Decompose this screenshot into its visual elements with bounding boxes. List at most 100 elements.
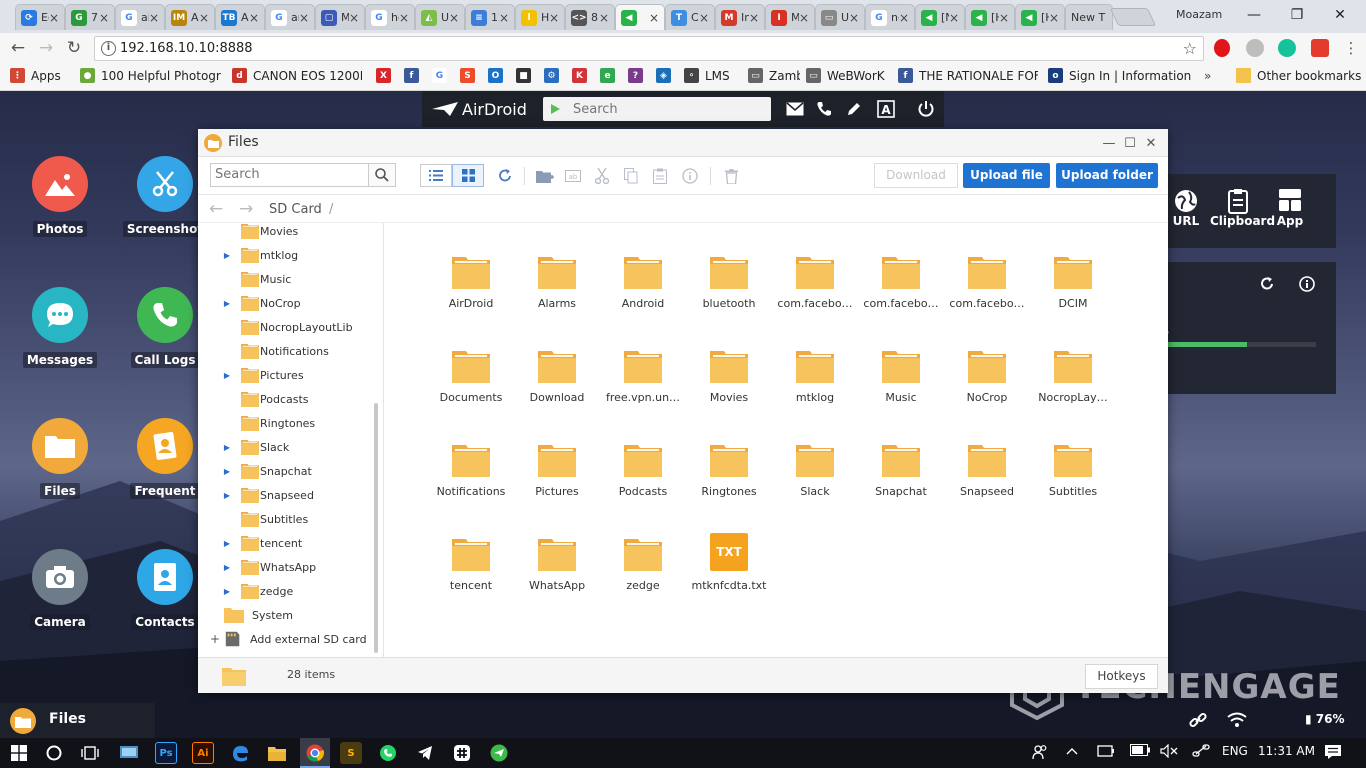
refresh-icon[interactable] bbox=[494, 165, 516, 187]
expand-arrow-icon[interactable]: ▶ bbox=[222, 299, 232, 308]
tree-node[interactable]: ▶ Slack bbox=[222, 437, 289, 457]
list-view-button[interactable] bbox=[420, 164, 452, 187]
browser-tab[interactable]: ◀ [N× bbox=[915, 4, 965, 30]
minimize-window-icon[interactable]: — bbox=[1240, 4, 1268, 26]
tree-node[interactable]: ▶ WhatsApp bbox=[222, 557, 316, 577]
tab-close-icon[interactable]: × bbox=[949, 11, 961, 25]
back-arrow-icon[interactable]: ← bbox=[209, 199, 223, 219]
close-icon[interactable]: ✕ bbox=[1143, 135, 1159, 151]
maximize-icon[interactable]: ☐ bbox=[1122, 135, 1138, 151]
bookmark-item[interactable]: ⚬ LMS bbox=[684, 68, 730, 83]
tab-close-icon[interactable]: × bbox=[99, 11, 111, 25]
browser-tab[interactable]: M Int× bbox=[715, 4, 765, 30]
volume-muted-icon[interactable] bbox=[1160, 744, 1178, 758]
airdroid-taskbar-icon[interactable] bbox=[488, 742, 510, 764]
taskbar-dock-files[interactable]: Files bbox=[0, 703, 155, 738]
add-external-sd-card[interactable]: + Add external SD card bbox=[210, 629, 367, 649]
browser-menu-icon[interactable]: ⋮ bbox=[1340, 38, 1362, 58]
extension-gray-icon[interactable] bbox=[1246, 39, 1264, 57]
tab-close-icon[interactable]: × bbox=[699, 11, 711, 25]
folder-item[interactable]: Movies bbox=[689, 325, 769, 411]
browser-tab[interactable]: <> 8 × bbox=[565, 4, 615, 30]
grid-view-button[interactable] bbox=[452, 164, 484, 187]
tree-node[interactable]: NocropLayoutLib bbox=[222, 317, 353, 337]
refresh-icon[interactable] bbox=[1259, 276, 1275, 292]
bookmark-item[interactable]: f THE RATIONALE FOF bbox=[898, 68, 1038, 83]
browser-tab[interactable]: ▢ M× bbox=[315, 4, 365, 30]
bookmark-item[interactable]: X bbox=[376, 68, 397, 83]
bookmark-item[interactable]: ▭ WeBWorK bbox=[806, 68, 885, 83]
browser-tab[interactable]: TB Ai× bbox=[215, 4, 265, 30]
cortana-icon[interactable] bbox=[43, 742, 65, 764]
copy-icon[interactable] bbox=[620, 165, 642, 187]
battery-tray-icon[interactable] bbox=[1130, 744, 1150, 756]
bookmark-item[interactable]: K bbox=[572, 68, 593, 83]
browser-tab[interactable]: ◀ [H× bbox=[1015, 4, 1065, 30]
browser-tab[interactable]: Gnc× bbox=[865, 4, 915, 30]
bookmark-item[interactable]: ? bbox=[628, 68, 649, 83]
airdroid-search-box[interactable] bbox=[543, 97, 771, 121]
new-message-icon[interactable] bbox=[783, 97, 807, 121]
tab-close-icon[interactable]: × bbox=[499, 11, 511, 25]
browser-tab[interactable]: ≡ 12× bbox=[465, 4, 515, 30]
browser-tab[interactable]: Gho× bbox=[365, 4, 415, 30]
forward-arrow-icon[interactable]: → bbox=[35, 38, 57, 58]
browser-tab[interactable]: ◭ U × bbox=[415, 4, 465, 30]
power-icon[interactable] bbox=[914, 97, 938, 121]
people-icon[interactable] bbox=[1032, 744, 1048, 760]
file-item[interactable]: TXT mtknfcdta.txt bbox=[689, 513, 769, 599]
folder-item[interactable]: Download bbox=[517, 325, 597, 411]
expand-arrow-icon[interactable]: ▶ bbox=[222, 587, 232, 596]
tab-close-icon[interactable]: × bbox=[349, 11, 361, 25]
other-bookmarks[interactable]: Other bookmarks bbox=[1236, 68, 1361, 83]
tree-node[interactable]: ▶ mtklog bbox=[222, 245, 298, 265]
browser-tab[interactable]: ◀ [H× bbox=[965, 4, 1015, 30]
desktop-app-messages[interactable]: Messages bbox=[10, 287, 110, 397]
expand-arrow-icon[interactable]: ▶ bbox=[222, 443, 232, 452]
bookmark-item[interactable]: ⚙ bbox=[544, 68, 565, 83]
control-panel-icon[interactable] bbox=[118, 742, 140, 764]
upload-file-button[interactable]: Upload file bbox=[963, 163, 1050, 188]
folder-item[interactable]: mtklog bbox=[775, 325, 855, 411]
slack-icon[interactable] bbox=[451, 742, 473, 764]
tree-node[interactable]: ▶ tencent bbox=[222, 533, 302, 553]
language-indicator[interactable]: ENG bbox=[1222, 744, 1248, 758]
tab-close-icon[interactable]: × bbox=[199, 11, 211, 25]
search-icon[interactable] bbox=[368, 163, 396, 187]
expand-arrow-icon[interactable]: ▶ bbox=[222, 371, 232, 380]
files-search-box[interactable] bbox=[210, 163, 396, 187]
folder-item[interactable]: Pictures bbox=[517, 419, 597, 505]
clipboard-tool[interactable]: Clipboard bbox=[1210, 188, 1275, 228]
chrome-icon[interactable] bbox=[304, 742, 326, 764]
paste-icon[interactable] bbox=[649, 165, 671, 187]
photoshop-icon[interactable]: Ps bbox=[155, 742, 177, 764]
tree-node[interactable]: ▶ NoCrop bbox=[222, 293, 301, 313]
browser-tab[interactable]: New T bbox=[1065, 4, 1113, 30]
tree-node[interactable]: ▶ Snapchat bbox=[222, 461, 312, 481]
folder-item[interactable]: Ringtones bbox=[689, 419, 769, 505]
browser-tab[interactable]: l Ho× bbox=[515, 4, 565, 30]
action-center-icon[interactable] bbox=[1324, 744, 1342, 760]
folder-item[interactable]: com.facebo… bbox=[947, 231, 1027, 317]
tree-node[interactable]: ▶ Pictures bbox=[222, 365, 304, 385]
folder-item[interactable]: Snapseed bbox=[947, 419, 1027, 505]
bookmark-item[interactable]: O bbox=[488, 68, 509, 83]
folder-item[interactable]: Documents bbox=[431, 325, 511, 411]
hotkeys-button[interactable]: Hotkeys bbox=[1085, 664, 1158, 689]
rename-icon[interactable]: ab bbox=[562, 165, 584, 187]
browser-tab[interactable]: ▭ Ur× bbox=[815, 4, 865, 30]
whatsapp-icon[interactable] bbox=[377, 742, 399, 764]
folder-item[interactable]: zedge bbox=[603, 513, 683, 599]
tab-close-icon[interactable]: × bbox=[249, 11, 261, 25]
airdroid-search-input[interactable] bbox=[573, 100, 763, 118]
tab-close-icon[interactable]: × bbox=[849, 11, 861, 25]
tab-close-icon[interactable]: × bbox=[649, 11, 661, 25]
bookmark-item[interactable]: o Sign In | Information bbox=[1048, 68, 1191, 83]
browser-tab[interactable]: ◀ × bbox=[615, 4, 665, 30]
font-icon[interactable]: A bbox=[874, 97, 898, 121]
tree-node[interactable]: ▶ Snapseed bbox=[222, 485, 314, 505]
bookmark-item[interactable]: ■ bbox=[516, 68, 537, 83]
tree-node[interactable]: Ringtones bbox=[222, 413, 315, 433]
tab-close-icon[interactable]: × bbox=[1049, 11, 1061, 25]
forward-arrow-icon[interactable]: → bbox=[239, 199, 253, 219]
